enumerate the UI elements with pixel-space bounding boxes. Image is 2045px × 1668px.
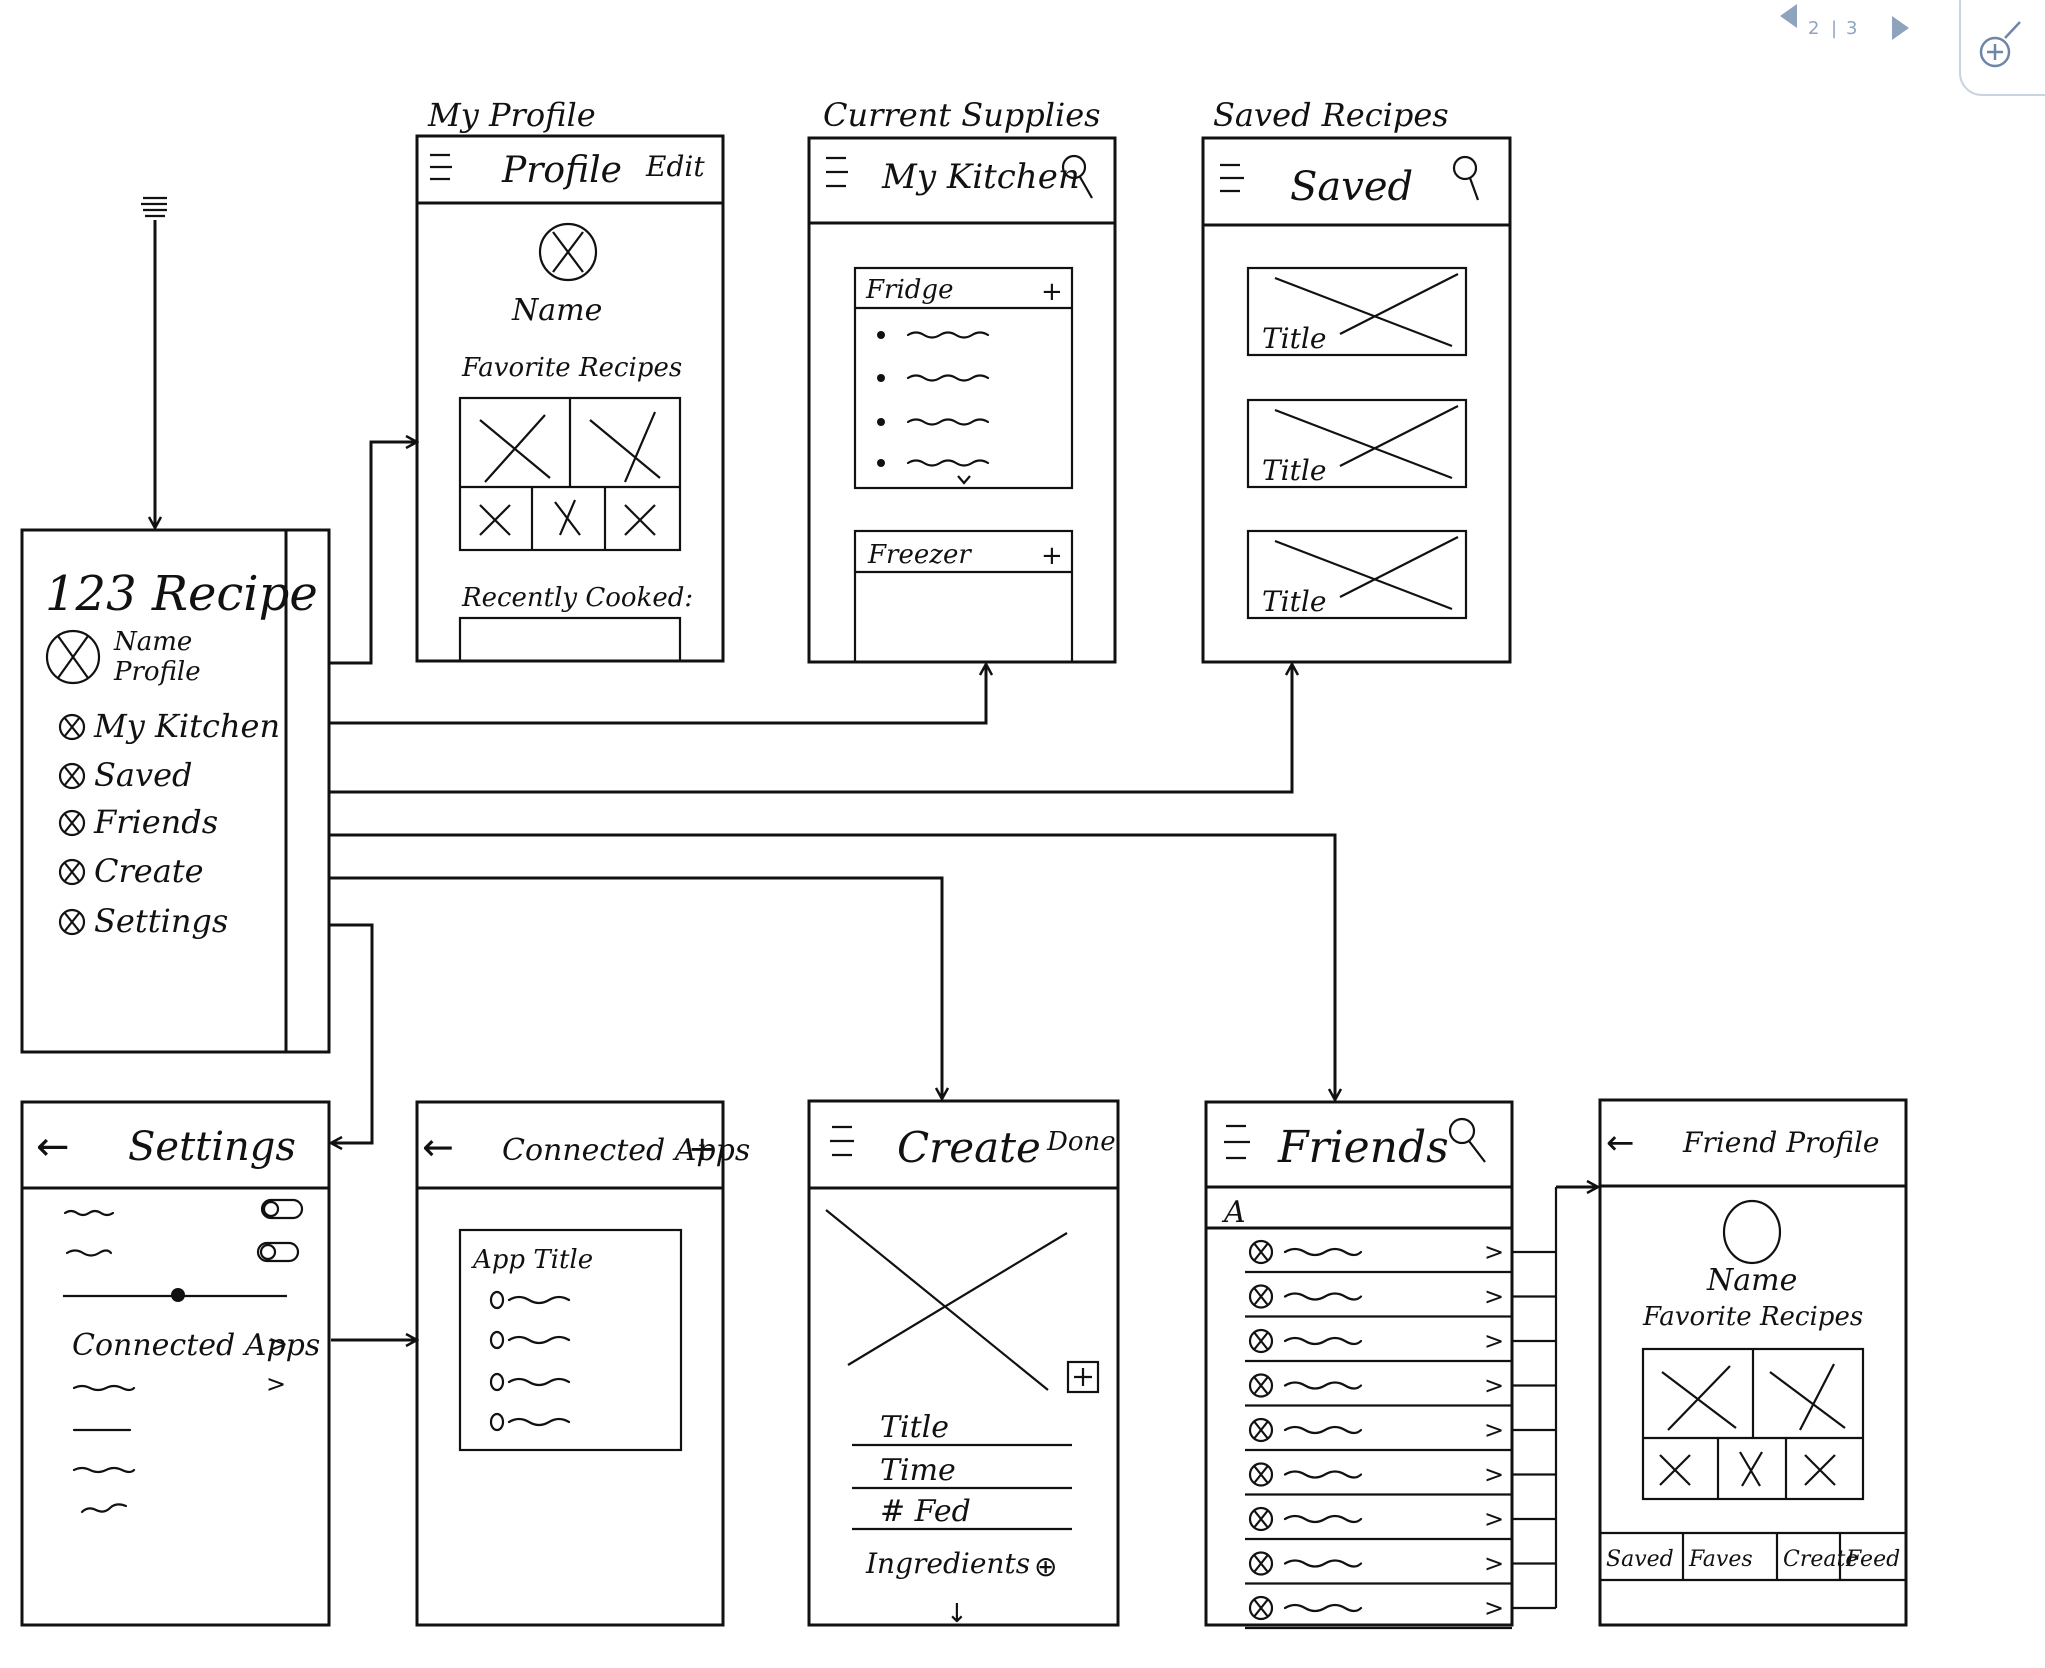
profile-recently-heading: Recently Cooked: xyxy=(461,583,693,613)
friends-section-letter: A xyxy=(1221,1195,1246,1230)
saved-card-title: Title xyxy=(1262,585,1326,618)
add-ingredient-button[interactable]: ⊕ xyxy=(1034,1550,1057,1583)
label-current-supplies: Current Supplies xyxy=(823,96,1101,134)
chevron-right-icon: > xyxy=(1484,1238,1504,1266)
friends-title: Friends xyxy=(1277,1122,1449,1173)
screen-saved: Saved Title Title Title xyxy=(1201,136,1512,664)
label-saved-recipes: Saved Recipes xyxy=(1213,96,1449,134)
tab-label: Saved xyxy=(1606,1547,1674,1572)
next-page-arrow-icon[interactable] xyxy=(1892,16,1909,40)
prev-page-arrow-icon[interactable] xyxy=(1780,4,1797,28)
chevron-right-icon: > xyxy=(1484,1594,1504,1622)
friend-profile-title: Friend Profile xyxy=(1682,1126,1879,1159)
tab-saved[interactable]: Saved xyxy=(1606,1547,1674,1572)
screen-kitchen: My Kitchen Fridge + Freezer + xyxy=(807,136,1117,664)
freezer-add-button[interactable]: + xyxy=(1041,541,1063,571)
wireframe-canvas: 2 | 3 My Profile Current Supplies Saved … xyxy=(0,0,2045,1668)
screen-menu: 123 Recipe Name Profile My Kitchen Saved F… xyxy=(20,528,331,1054)
screen-settings: ← Settings Connected Apps > > xyxy=(20,1100,331,1627)
menu-profile-name[interactable]: Name xyxy=(113,627,192,657)
create-field-label: # Fed xyxy=(880,1494,971,1529)
fridge-add-button[interactable]: + xyxy=(1041,277,1063,307)
back-arrow-icon[interactable]: ← xyxy=(422,1125,454,1169)
menu-item-label: Settings xyxy=(94,902,228,940)
pager-total: 3 xyxy=(1846,18,1857,39)
profile-name: Name xyxy=(511,293,602,328)
tab-label: Feed xyxy=(1845,1547,1900,1572)
screen-create: Create Done Title Time # Fed Ingredients ⊕… xyxy=(807,1099,1120,1629)
add-page-button[interactable] xyxy=(1959,0,2045,96)
saved-title: Saved xyxy=(1290,164,1413,210)
chevron-right-icon: > xyxy=(1484,1372,1504,1400)
chevron-right-icon: > xyxy=(1484,1461,1504,1489)
menu-profile-link[interactable]: Profile xyxy=(113,657,201,687)
menu-item-label: My Kitchen xyxy=(93,707,280,745)
friend-name: Name xyxy=(1706,1263,1797,1298)
chevron-right-icon[interactable]: > xyxy=(268,1330,288,1358)
app-name: 123 Recipe xyxy=(45,566,318,622)
fridge-label: Fridge xyxy=(865,275,953,305)
entry-marker xyxy=(141,196,167,528)
freezer-label: Freezer xyxy=(867,540,972,570)
screen-friends: Friends A > > > > > > > > > xyxy=(1204,1100,1514,1630)
page-pager: 2 | 3 xyxy=(1780,4,1909,40)
kitchen-title: My Kitchen xyxy=(881,157,1080,197)
create-field-label: Time xyxy=(880,1453,956,1488)
create-done-button[interactable]: Done xyxy=(1046,1127,1116,1157)
menu-item-label: Create xyxy=(94,852,204,890)
create-title: Create xyxy=(897,1123,1041,1172)
label-my-profile: My Profile xyxy=(427,96,596,134)
saved-card-title: Title xyxy=(1262,322,1326,355)
friend-favorites-heading: Favorite Recipes xyxy=(1642,1302,1863,1332)
settings-title: Settings xyxy=(128,1124,296,1170)
back-arrow-icon[interactable]: ← xyxy=(36,1124,70,1170)
profile-favorites-heading: Favorite Recipes xyxy=(461,353,682,383)
tab-label: Faves xyxy=(1688,1547,1753,1572)
chevron-right-icon: > xyxy=(1484,1416,1504,1444)
back-arrow-icon[interactable]: ← xyxy=(1606,1123,1635,1163)
chevron-right-icon: > xyxy=(1484,1283,1504,1311)
profile-edit-button[interactable]: Edit xyxy=(645,150,705,183)
screen-friend-profile: ← Friend Profile Name Favorite Recipes S… xyxy=(1598,1098,1908,1627)
chevron-right-icon: > xyxy=(1484,1550,1504,1578)
chevron-right-icon[interactable]: > xyxy=(266,1370,286,1398)
scroll-down-arrow-icon: ↓ xyxy=(946,1599,968,1629)
screen-connected-apps: ← Connected Apps + App Title xyxy=(415,1100,750,1627)
app-title: App Title xyxy=(471,1245,593,1275)
pager-separator: | xyxy=(1831,18,1837,39)
create-ingredients-label: Ingredients xyxy=(865,1547,1030,1580)
create-field-label: Title xyxy=(880,1410,949,1445)
add-app-button[interactable]: + xyxy=(688,1129,717,1169)
menu-item-label: Friends xyxy=(93,803,218,841)
menu-item-label: Saved xyxy=(94,756,193,794)
pager-current: 2 xyxy=(1808,18,1819,39)
chevron-right-icon: > xyxy=(1484,1505,1504,1533)
chevron-right-icon: > xyxy=(1484,1327,1504,1355)
saved-card-title: Title xyxy=(1262,454,1326,487)
screen-profile: Profile Edit Name Favorite Recipes Recen… xyxy=(415,134,725,663)
profile-title: Profile xyxy=(501,150,622,191)
